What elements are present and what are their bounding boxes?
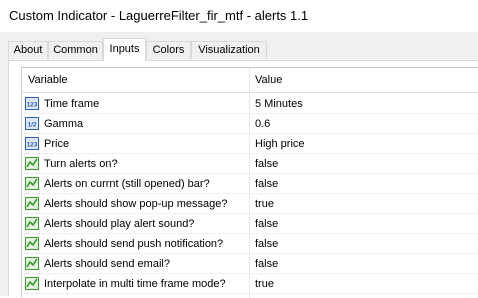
header-value[interactable]: Value — [255, 68, 282, 92]
variable-value[interactable]: 0.6 — [255, 114, 270, 134]
enum-icon: 123 — [25, 97, 39, 110]
header-variable[interactable]: Variable — [28, 68, 68, 92]
tab-visualization[interactable]: Visualization — [191, 41, 267, 59]
table-row[interactable]: 1/2 Gamma 0.6 — [22, 114, 478, 134]
bool-icon — [25, 157, 39, 170]
table-row[interactable]: Alerts should send email? false — [22, 254, 478, 274]
variable-name: Alerts should show pop-up message? — [44, 198, 228, 210]
variable-name: Alerts should send email? — [44, 258, 170, 270]
table-row[interactable]: Turn alerts on? false — [22, 154, 478, 174]
table-header: Variable Value — [22, 68, 478, 93]
enum-icon: 123 — [25, 137, 39, 150]
variable-name: Alerts should play alert sound? — [44, 218, 195, 230]
title-bar: Custom Indicator - LaguerreFilter_fir_mt… — [0, 0, 478, 32]
variable-value[interactable]: false — [255, 154, 278, 174]
variable-name: Time frame — [44, 98, 100, 110]
enum-icon-glyph: 123 — [27, 102, 38, 109]
variable-value[interactable]: false — [255, 234, 278, 254]
tab-common[interactable]: Common — [48, 41, 103, 59]
inputs-table: Variable Value 123 Time frame 5 Minutes … — [21, 67, 478, 298]
double-icon-glyph: 1/2 — [27, 122, 36, 129]
bool-icon — [25, 257, 39, 270]
variable-name: Alerts should send push notification? — [44, 238, 224, 250]
variable-value[interactable]: true — [255, 194, 274, 214]
variable-name: Alerts on currnt (still opened) bar? — [44, 178, 210, 190]
bool-icon — [25, 217, 39, 230]
window-title: Custom Indicator - LaguerreFilter_fir_mt… — [9, 8, 309, 23]
double-icon: 1/2 — [25, 117, 39, 130]
variable-value[interactable]: false — [255, 214, 278, 234]
variable-value[interactable]: 5 Minutes — [255, 94, 303, 114]
enum-icon-glyph: 123 — [27, 142, 38, 149]
table-row[interactable]: Alerts should send push notification? fa… — [22, 234, 478, 254]
variable-name: Interpolate in multi time frame mode? — [44, 278, 226, 290]
variable-value[interactable]: false — [255, 174, 278, 194]
table-row[interactable]: Interpolate in multi time frame mode? tr… — [22, 274, 478, 294]
tab-colors[interactable]: Colors — [146, 41, 191, 59]
bool-icon — [25, 177, 39, 190]
table-row[interactable]: Alerts on currnt (still opened) bar? fal… — [22, 174, 478, 194]
tab-about[interactable]: About — [8, 41, 48, 59]
variable-name: Price — [44, 138, 70, 150]
bool-icon — [25, 237, 39, 250]
variable-value[interactable]: true — [255, 274, 274, 294]
bool-icon — [25, 277, 39, 290]
variable-value[interactable]: High price — [255, 134, 305, 154]
dialog-body: About Common Inputs Colors Visualization… — [0, 32, 478, 298]
bool-icon — [25, 197, 39, 210]
table-row[interactable]: Alerts should play alert sound? false — [22, 214, 478, 234]
variable-name: Gamma — [44, 118, 84, 130]
variable-value[interactable]: false — [255, 254, 278, 274]
table-row[interactable]: Alerts should show pop-up message? true — [22, 194, 478, 214]
table-row[interactable]: 123 Time frame 5 Minutes — [22, 94, 478, 114]
tab-inputs[interactable]: Inputs — [103, 38, 146, 61]
inputs-panel: Variable Value 123 Time frame 5 Minutes … — [8, 60, 478, 298]
table-row[interactable]: 123 Price High price — [22, 134, 478, 154]
variable-name: Turn alerts on? — [44, 158, 118, 170]
